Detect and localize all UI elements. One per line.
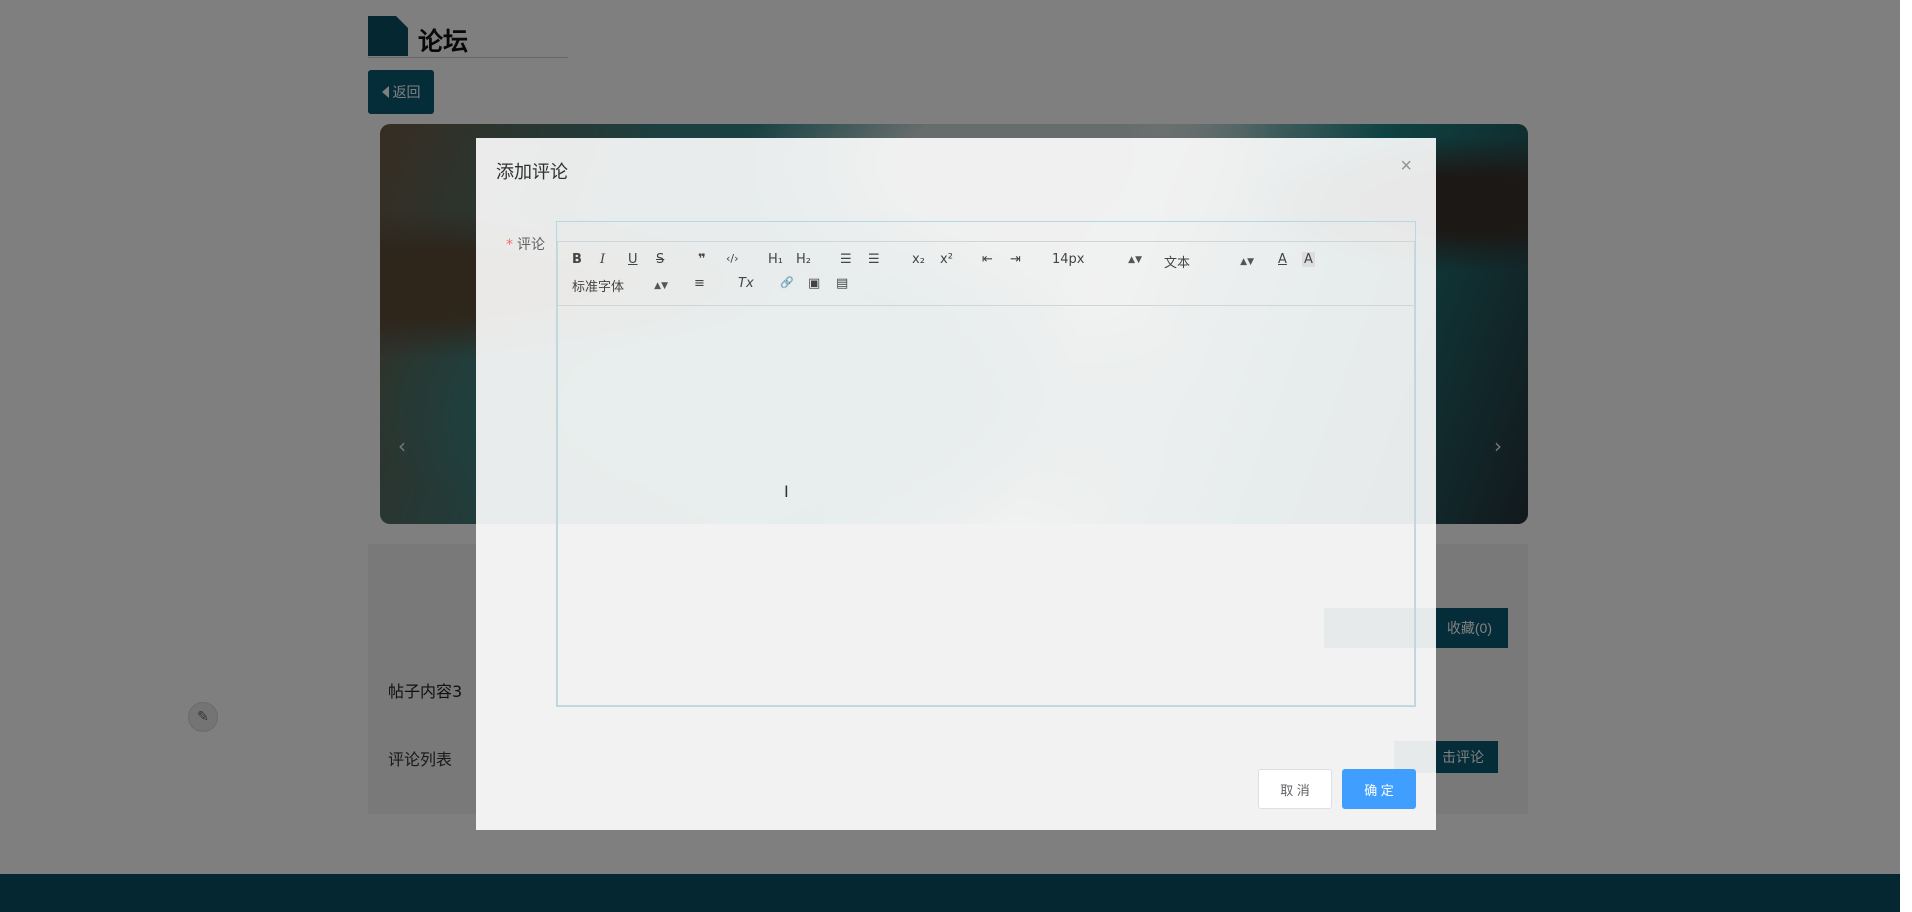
select-arrows-icon: ▲▼ (654, 280, 668, 291)
comment-field-label: * 评论 (506, 234, 545, 254)
dialog-title: 添加评论 (496, 162, 568, 183)
clean-format-button[interactable]: Tx (738, 276, 754, 291)
header-select[interactable]: 文本 ▲▼ (1164, 252, 1254, 271)
font-family-select[interactable]: 标准字体 ▲▼ (572, 276, 668, 295)
bold-button[interactable]: B (572, 252, 582, 267)
align-button[interactable]: ≡ (694, 276, 705, 291)
close-icon[interactable]: × (1394, 154, 1418, 179)
confirm-button[interactable]: 确 定 (1342, 769, 1416, 809)
select-arrows-icon: ▲▼ (1128, 254, 1142, 265)
cancel-button[interactable]: 取 消 (1258, 769, 1332, 809)
indent-button[interactable]: ⇥ (1010, 252, 1021, 267)
font-size-value: 14px (1052, 252, 1085, 267)
text-cursor-icon: I (784, 482, 789, 501)
superscript-button[interactable]: x² (940, 252, 953, 267)
link-button[interactable]: 🔗 (780, 276, 794, 289)
code-block-button[interactable]: ‹/› (726, 252, 739, 265)
rich-text-editor: B I U S ❞ ‹/› H₁ H₂ ☰ ☰ x₂ x² ⇤ ⇥ 14px ▲▼… (557, 241, 1415, 706)
header-select-value: 文本 (1164, 256, 1191, 271)
select-arrows-icon: ▲▼ (1240, 256, 1254, 267)
comment-field-label-text: 评论 (517, 237, 545, 253)
blockquote-button[interactable]: ❞ (698, 252, 706, 267)
video-button[interactable]: ▤ (836, 276, 848, 291)
editor-toolbar: B I U S ❞ ‹/› H₁ H₂ ☰ ☰ x₂ x² ⇤ ⇥ 14px ▲▼… (558, 242, 1414, 306)
ordered-list-button[interactable]: ☰ (840, 252, 852, 267)
add-comment-dialog: 添加评论 × * 评论 B I U S ❞ ‹/› H₁ H₂ ☰ ☰ x₂ x²… (476, 138, 1436, 830)
font-color-button[interactable]: A (1278, 252, 1287, 267)
font-family-value: 标准字体 (572, 280, 625, 295)
window-edge (1900, 0, 1912, 912)
header-1-button[interactable]: H₁ (768, 252, 783, 267)
image-button[interactable]: ▣ (808, 276, 820, 291)
italic-button[interactable]: I (600, 252, 605, 267)
underline-button[interactable]: U (628, 252, 638, 267)
header-2-button[interactable]: H₂ (796, 252, 811, 267)
comment-editor-input[interactable]: I (558, 306, 1414, 706)
strike-button[interactable]: S (656, 252, 664, 267)
required-mark: * (506, 237, 513, 253)
bullet-list-button[interactable]: ☰ (868, 252, 880, 267)
background-color-button[interactable]: A (1302, 252, 1315, 267)
font-size-select[interactable]: 14px ▲▼ (1052, 252, 1142, 267)
outdent-button[interactable]: ⇤ (982, 252, 993, 267)
subscript-button[interactable]: x₂ (912, 252, 925, 267)
